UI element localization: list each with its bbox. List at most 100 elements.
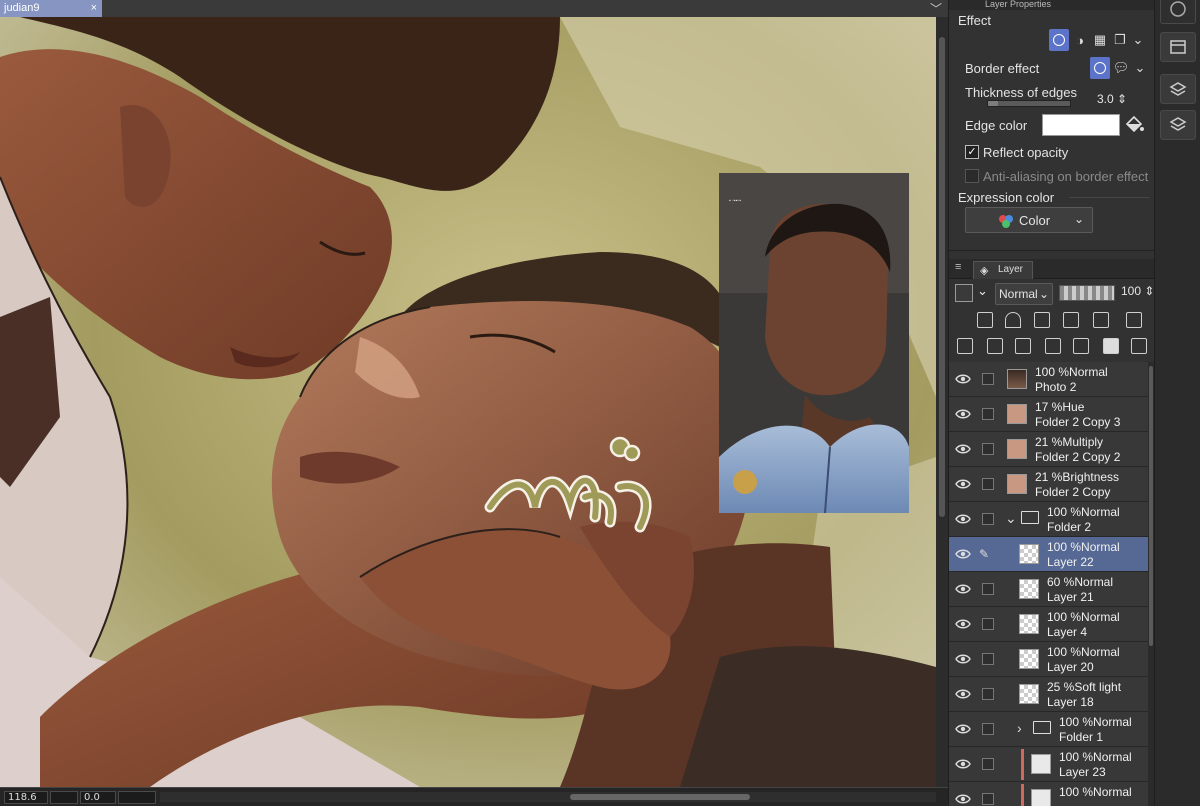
- layer-blend-info: 25 %Soft light: [1047, 680, 1122, 694]
- halftone-effect-icon[interactable]: ▦: [1091, 29, 1109, 51]
- artwork[interactable]: ▪ ▫▪▪▫▪: [0, 17, 936, 787]
- opacity-slider[interactable]: [1059, 285, 1115, 301]
- layer-lock-toggle[interactable]: [982, 408, 994, 420]
- layer-lock-toggle[interactable]: [982, 688, 994, 700]
- document-tab[interactable]: judian9 ×: [0, 0, 102, 17]
- opacity-value[interactable]: 100 ⇕: [1121, 284, 1154, 298]
- layer-row[interactable]: 100 %Normal Layer 20: [949, 642, 1149, 677]
- layer-action-row: [949, 336, 1155, 360]
- close-icon[interactable]: ×: [91, 0, 97, 17]
- layer-row[interactable]: 21 %Brightness Folder 2 Copy: [949, 467, 1149, 502]
- thickness-slider[interactable]: [987, 100, 1071, 107]
- chevron-down-icon[interactable]: ⌄: [1129, 29, 1147, 51]
- canvas-vertical-scrollbar[interactable]: [936, 17, 948, 787]
- blend-mode-select[interactable]: Normal ⌄: [995, 283, 1053, 305]
- chevron-down-icon[interactable]: ⌄: [1005, 510, 1017, 527]
- edge-type-icon[interactable]: [1090, 57, 1110, 79]
- layer-lock-toggle[interactable]: [982, 373, 994, 385]
- edge-color-swatch[interactable]: [1042, 114, 1120, 136]
- eye-icon[interactable]: [955, 443, 971, 455]
- zoom-slider[interactable]: [50, 791, 78, 804]
- layer-lock-toggle[interactable]: [982, 443, 994, 455]
- expression-color-select[interactable]: Color ⌄: [965, 207, 1093, 233]
- eye-icon[interactable]: [955, 793, 971, 805]
- layer-color-icon[interactable]: ❐: [1111, 29, 1129, 51]
- scrollbar-thumb[interactable]: [1149, 366, 1153, 646]
- stepper-icon[interactable]: ⇕: [1117, 92, 1127, 106]
- zoom-field[interactable]: 118.6: [4, 791, 48, 804]
- layer-list[interactable]: 100 %Normal Photo 2 17 %Hue Folder 2 Copy 3…: [949, 362, 1155, 806]
- layer-row[interactable]: 100 %Normal Layer 23: [949, 747, 1149, 782]
- layer-lock-toggle[interactable]: [982, 583, 994, 595]
- layer-thumbnail: [1019, 614, 1039, 634]
- layer-lock-toggle[interactable]: [982, 618, 994, 630]
- scrollbar-thumb[interactable]: [939, 37, 945, 517]
- merge-down-icon[interactable]: [1073, 338, 1089, 354]
- eye-icon[interactable]: [955, 723, 971, 735]
- navigator-icon[interactable]: [1160, 0, 1196, 24]
- layer-lock-toggle[interactable]: [982, 793, 994, 805]
- layer-lock-toggle[interactable]: [982, 513, 994, 525]
- eye-icon[interactable]: [955, 513, 971, 525]
- clip-icon[interactable]: [977, 312, 993, 328]
- rotation-field[interactable]: 0.0: [80, 791, 116, 804]
- chevron-down-icon[interactable]: ﹀: [930, 0, 942, 17]
- layer-lock-toggle[interactable]: [982, 758, 994, 770]
- rotation-slider[interactable]: [118, 791, 156, 804]
- mask-enable-icon[interactable]: [1093, 312, 1109, 328]
- layers-icon[interactable]: [1160, 110, 1196, 140]
- layer-color-swatch[interactable]: [955, 284, 973, 302]
- eye-icon[interactable]: [955, 618, 971, 630]
- layer-color-tag: [1021, 749, 1024, 780]
- eye-icon[interactable]: [955, 758, 971, 770]
- chevron-right-icon[interactable]: ›: [1017, 720, 1022, 736]
- new-folder-icon[interactable]: [1015, 338, 1031, 354]
- chevron-down-icon[interactable]: ⌄: [977, 283, 988, 299]
- trash-icon[interactable]: [1131, 338, 1147, 354]
- eye-icon[interactable]: [955, 408, 971, 420]
- reference-layer-icon[interactable]: [1005, 312, 1021, 328]
- transfer-down-icon[interactable]: [1045, 338, 1061, 354]
- layer-row[interactable]: 60 %Normal Layer 21: [949, 572, 1149, 607]
- layer-mask-icon[interactable]: [1103, 338, 1119, 354]
- layer-row[interactable]: › 100 %Normal Folder 1: [949, 712, 1149, 747]
- layer-row[interactable]: 100 %Normal: [949, 782, 1149, 806]
- scrollbar-thumb[interactable]: [570, 794, 750, 800]
- lock-transparency-icon[interactable]: [1063, 312, 1079, 328]
- layer-row[interactable]: 100 %Normal Photo 2: [949, 362, 1149, 397]
- border-effect-icon[interactable]: [1049, 29, 1069, 51]
- layer-row[interactable]: 21 %Multiply Folder 2 Copy 2: [949, 432, 1149, 467]
- layer-row[interactable]: 17 %Hue Folder 2 Copy 3: [949, 397, 1149, 432]
- eye-icon[interactable]: [955, 373, 971, 385]
- stepper-icon[interactable]: ⇕: [1144, 284, 1154, 298]
- layer-lock-toggle[interactable]: [982, 653, 994, 665]
- sub-view-icon[interactable]: [1160, 32, 1196, 62]
- layer-row[interactable]: 25 %Soft light Layer 18: [949, 677, 1149, 712]
- new-vector-layer-icon[interactable]: [987, 338, 1003, 354]
- menu-icon[interactable]: ≡: [955, 261, 961, 273]
- eye-icon[interactable]: [955, 653, 971, 665]
- eye-icon[interactable]: [955, 478, 971, 490]
- thickness-value[interactable]: 3.0 ⇕: [1097, 92, 1127, 106]
- fill-bucket-icon[interactable]: [1123, 114, 1145, 136]
- reference-photo[interactable]: ▪ ▫▪▪▫▪: [719, 173, 909, 514]
- layer-property-icon[interactable]: [1160, 74, 1196, 104]
- reflect-opacity-checkbox[interactable]: ✓: [965, 145, 979, 159]
- ruler-enable-icon[interactable]: [1126, 312, 1142, 328]
- layer-lock-toggle[interactable]: [982, 478, 994, 490]
- canvas-horizontal-scrollbar[interactable]: [160, 792, 936, 802]
- tab-layer[interactable]: ◈ Layer: [973, 261, 1033, 279]
- lock-icon[interactable]: [1034, 312, 1050, 328]
- eye-icon[interactable]: [955, 688, 971, 700]
- new-raster-layer-icon[interactable]: [957, 338, 973, 354]
- layer-row[interactable]: ⌄ 100 %Normal Folder 2: [949, 502, 1149, 537]
- tone-effect-icon[interactable]: ◑: [1071, 29, 1089, 51]
- layer-row[interactable]: ✎ 100 %Normal Layer 22: [949, 537, 1149, 572]
- eye-icon[interactable]: [955, 548, 971, 560]
- watercolor-edge-icon[interactable]: 💬︎: [1112, 57, 1130, 79]
- canvas-area[interactable]: judian9 × ﹀ ▪ ▫▪▪▫▪ 118.6 0.0: [0, 0, 948, 806]
- layer-lock-toggle[interactable]: [982, 723, 994, 735]
- layer-row[interactable]: 100 %Normal Layer 4: [949, 607, 1149, 642]
- chevron-down-icon[interactable]: ⌄: [1131, 57, 1149, 79]
- eye-icon[interactable]: [955, 583, 971, 595]
